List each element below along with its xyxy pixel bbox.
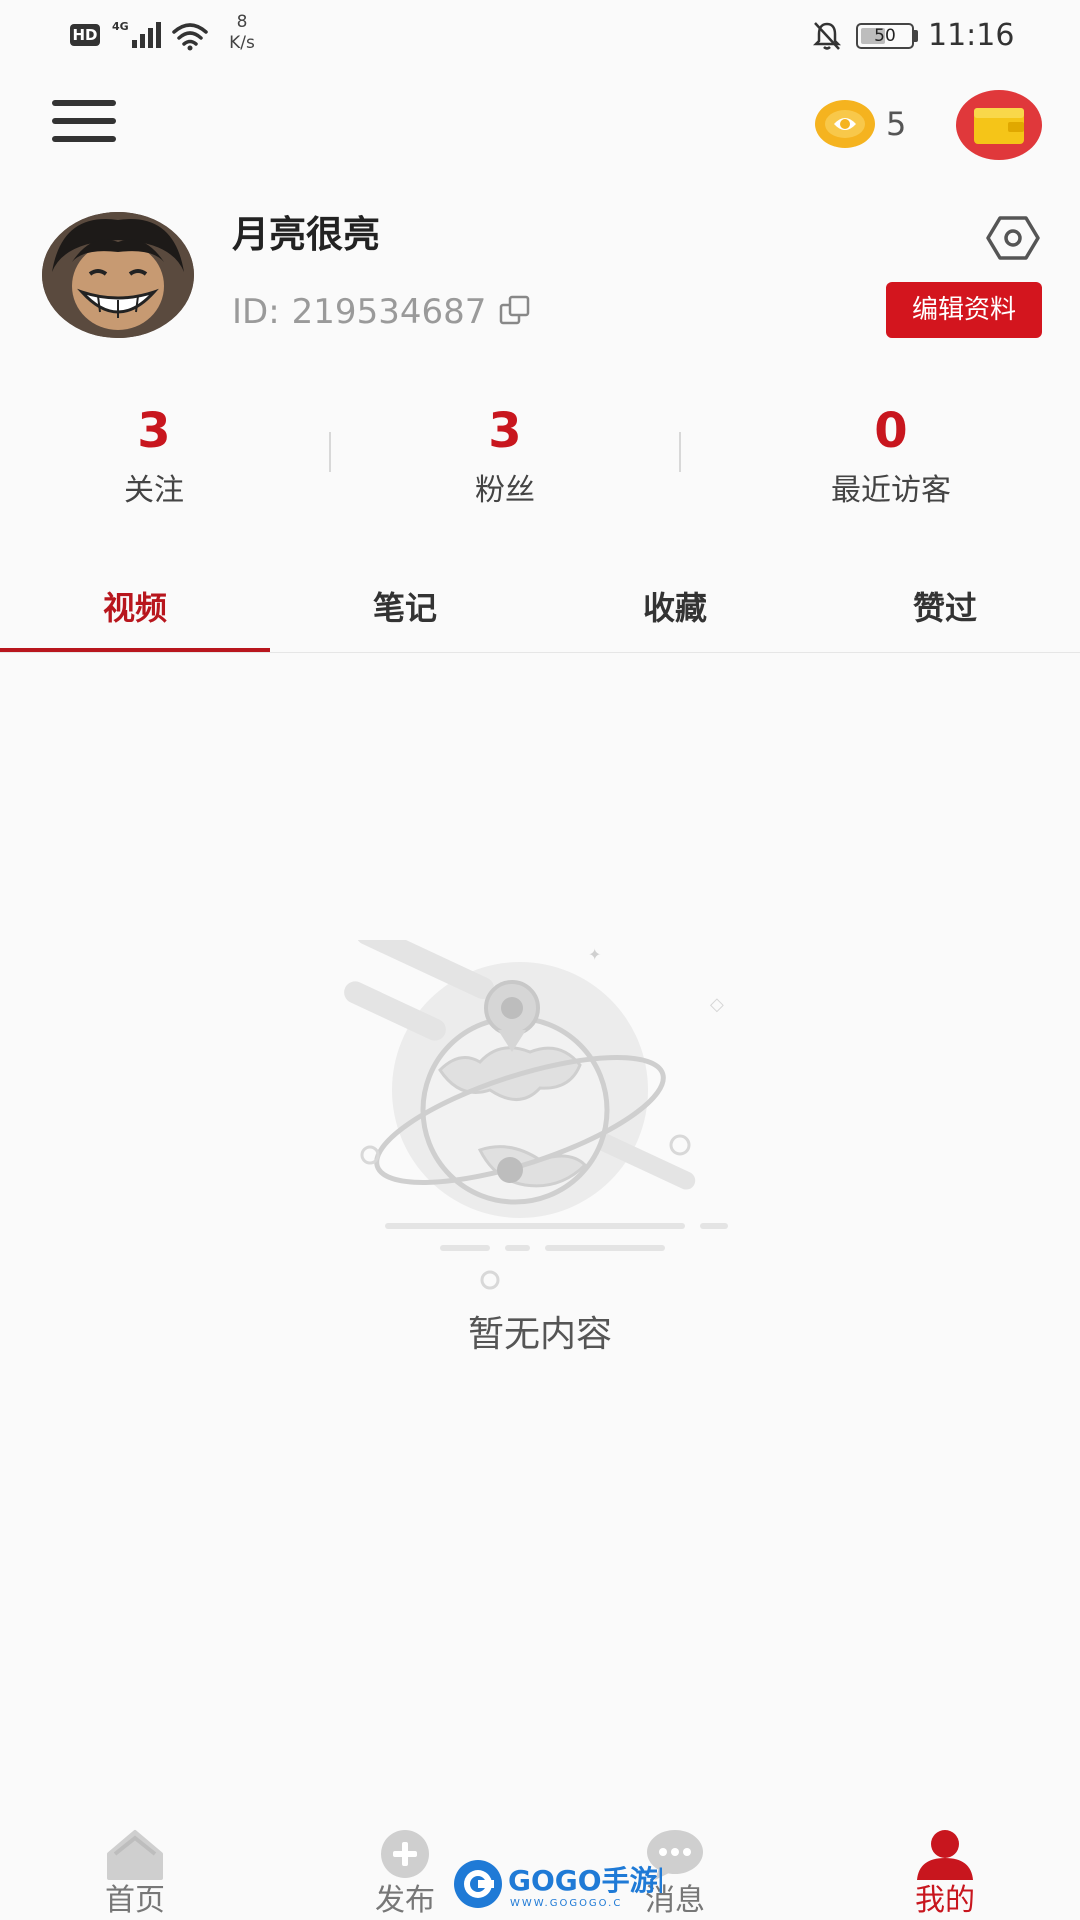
stat-following[interactable]: 3 关注 (4, 400, 304, 514)
nav-profile[interactable]: 我的 (810, 1800, 1080, 1920)
empty-state-planet-illustration: ✦ ◇ (344, 940, 728, 1290)
clock-time: 11:16 (928, 18, 1015, 53)
coin-icon[interactable] (814, 98, 876, 150)
gogo-watermark-logo: GOGO手游网 WWW.GOGOGO.C (454, 1860, 662, 1909)
menu-icon-line (52, 118, 116, 124)
home-icon (107, 1830, 163, 1880)
copy-icon[interactable] (498, 294, 532, 328)
stat-divider (329, 432, 331, 472)
network-speed-unit: K/s (229, 33, 255, 53)
active-tab-indicator (0, 648, 270, 652)
nav-home[interactable]: 首页 (0, 1800, 270, 1920)
stat-followers-label: 粉丝 (475, 473, 535, 508)
battery-level: 50 (874, 26, 896, 46)
nav-home-label: 首页 (105, 1883, 165, 1918)
tab-favorites[interactable]: 收藏 (540, 576, 810, 652)
stat-visitors-count: 0 (874, 403, 908, 459)
empty-state-text: 暂无内容 (467, 1314, 612, 1355)
content-tabs: 视频 笔记 收藏 赞过 (0, 576, 1080, 653)
stat-visitors-label: 最近访客 (831, 473, 951, 508)
network-speed: 8 K/s (222, 12, 262, 54)
wallet-icon (974, 108, 1024, 144)
watermark-brand: GOGO手游网 (508, 1864, 662, 1897)
settings-icon[interactable] (986, 214, 1040, 262)
stat-followers-count: 3 (488, 403, 522, 459)
avatar-image (42, 212, 194, 338)
watermark-url: WWW.GOGOGO.C (510, 1898, 622, 1909)
cell-signal-icon: 4G (112, 20, 161, 48)
svg-text:◇: ◇ (710, 994, 724, 1015)
plus-icon (381, 1830, 429, 1878)
user-id-label: ID: (232, 292, 280, 332)
network-speed-value: 8 (236, 12, 248, 32)
tab-liked[interactable]: 赞过 (810, 576, 1080, 652)
network-type-label: 4G (112, 20, 129, 33)
wifi-icon (172, 23, 208, 51)
wallet-button[interactable] (956, 90, 1042, 160)
tab-notes[interactable]: 笔记 (270, 576, 540, 652)
menu-button[interactable] (52, 98, 118, 144)
stat-following-count: 3 (137, 403, 171, 459)
user-id-row: ID: 219534687 (232, 288, 532, 336)
username: 月亮很亮 (232, 213, 380, 256)
stat-visitors[interactable]: 0 最近访客 (741, 400, 1041, 514)
svg-text:✦: ✦ (588, 945, 601, 964)
stat-divider (679, 432, 681, 472)
coin-count: 5 (886, 105, 907, 143)
person-icon (917, 1830, 973, 1880)
avatar[interactable] (42, 212, 194, 338)
bell-muted-icon (812, 22, 842, 50)
menu-icon-line (52, 100, 116, 106)
stat-following-label: 关注 (124, 473, 184, 508)
tab-videos[interactable]: 视频 (0, 576, 270, 652)
user-id-value: 219534687 (291, 292, 487, 332)
menu-icon-line (52, 136, 116, 142)
hd-badge: HD (70, 24, 100, 46)
nav-profile-label: 我的 (915, 1883, 975, 1918)
battery-indicator: 50 (856, 23, 914, 49)
battery-tip (914, 30, 918, 42)
stat-followers[interactable]: 3 粉丝 (355, 400, 655, 514)
edit-profile-button[interactable]: 编辑资料 (886, 282, 1042, 338)
status-bar: HD 4G 8 K/s 50 11:16 (0, 0, 1080, 72)
